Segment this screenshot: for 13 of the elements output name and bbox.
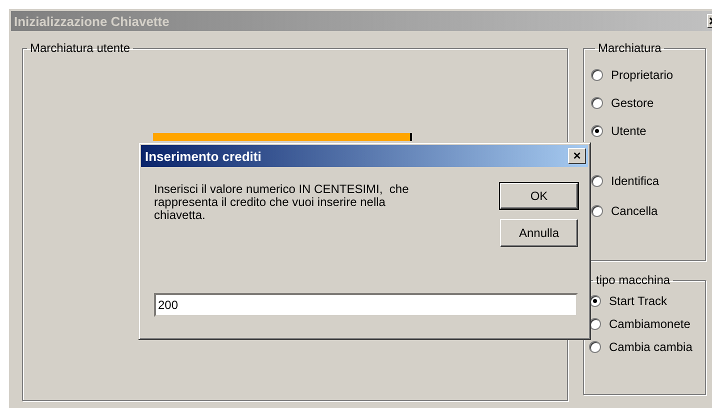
cancel-button[interactable]: Annulla xyxy=(500,219,578,247)
ok-button[interactable]: OK xyxy=(500,183,578,209)
close-button[interactable]: × xyxy=(568,148,586,164)
group-title: Marchiatura utente xyxy=(29,41,132,55)
input-field[interactable]: 200 xyxy=(154,293,578,317)
dialog-title: Inserimento crediti xyxy=(145,148,262,164)
radio-button[interactable]: Proprietario xyxy=(591,61,674,89)
group-title: Marchiatura xyxy=(597,41,662,55)
radio-button[interactable]: Utente xyxy=(591,117,646,145)
message-text: Inserisci il valore numerico IN CENTESIMI, che rappresenta il credito che vuoi inserire nella chiavetta. xyxy=(154,183,410,224)
group-title: tipo macchina xyxy=(595,273,672,287)
radio-button[interactable]: Gestore xyxy=(591,89,654,117)
window-title: Inizializzazione Chiavette xyxy=(14,14,170,28)
